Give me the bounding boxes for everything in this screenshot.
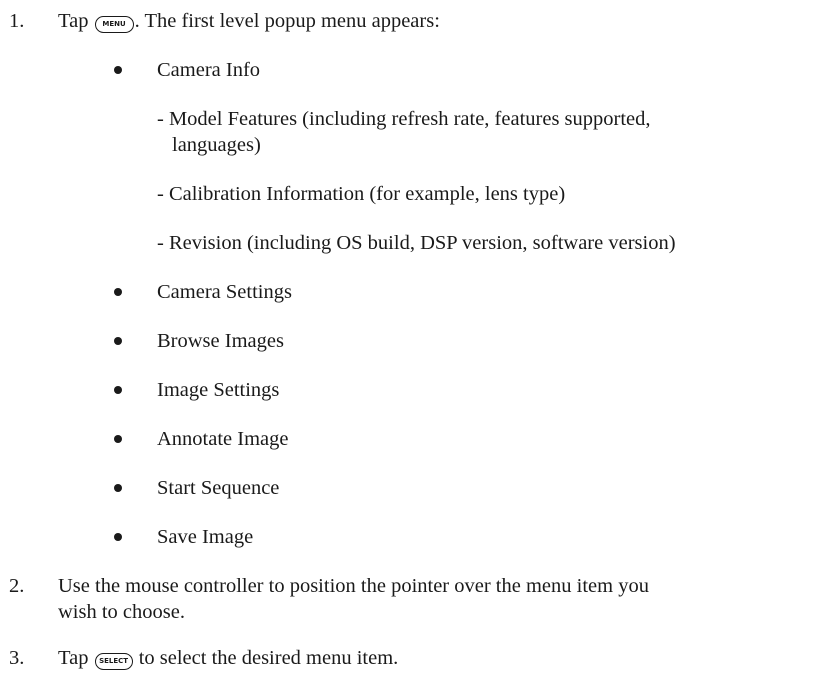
step-number: 1.	[9, 10, 25, 32]
select-key-icon: SELECT	[94, 653, 133, 670]
step-text: . The first level popup menu appears:	[134, 10, 440, 32]
menu-item-label: Browse Images	[157, 330, 284, 352]
menu-item-label: Annotate Image	[157, 428, 289, 450]
step-text-cont: wish to choose.	[58, 601, 185, 623]
menu-item-label: Camera Info	[157, 59, 261, 81]
bullet-icon	[114, 533, 122, 541]
menu-item-label: Camera Settings	[157, 281, 292, 303]
step-number: 2.	[9, 575, 25, 597]
step-number: 3.	[9, 647, 25, 669]
sub-item-text: - Model Features (including refresh rate…	[157, 108, 651, 130]
bullet-icon	[114, 435, 122, 443]
menu-key-icon: MENU	[94, 16, 134, 33]
step-text: Use the mouse controller to position the…	[58, 575, 649, 597]
sub-item-text-cont: languages)	[172, 134, 261, 156]
menu-item-label: Start Sequence	[157, 477, 280, 499]
bullet-icon	[114, 66, 122, 74]
step-text-prefix: Tap	[58, 647, 94, 669]
menu-item-label: Image Settings	[157, 379, 280, 401]
step-text: to select the desired menu item.	[133, 647, 399, 669]
bullet-icon	[114, 337, 122, 345]
bullet-icon	[114, 288, 122, 296]
sub-item-text: - Calibration Information (for example, …	[157, 183, 566, 205]
bullet-icon	[114, 484, 122, 492]
menu-item-label: Save Image	[157, 526, 254, 548]
step-text-prefix: Tap	[58, 10, 94, 32]
sub-item-text: - Revision (including OS build, DSP vers…	[157, 232, 676, 254]
bullet-icon	[114, 386, 122, 394]
